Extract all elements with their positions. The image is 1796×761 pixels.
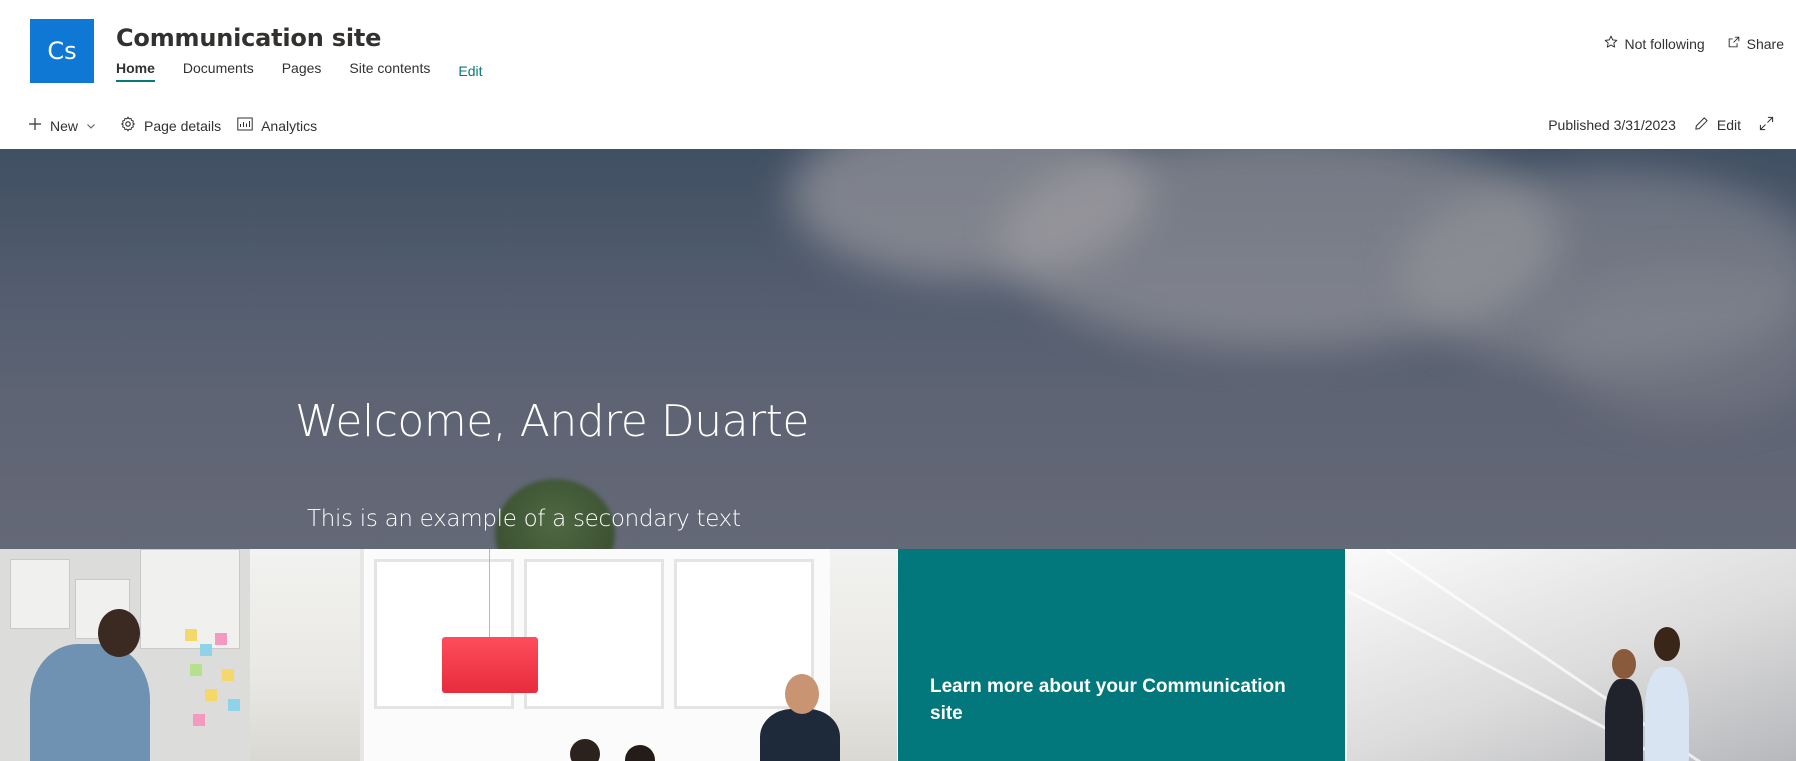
person-head (98, 609, 140, 657)
share-icon (1727, 35, 1747, 52)
red-pendant-lamp (442, 637, 538, 693)
sticky-note (228, 699, 240, 711)
nav-item-documents[interactable]: Documents (183, 60, 254, 82)
businesswoman (1605, 679, 1643, 761)
follow-button[interactable]: Not following (1604, 35, 1705, 52)
share-button[interactable]: Share (1727, 35, 1784, 52)
sticky-note (193, 714, 205, 726)
sticky-note (190, 664, 202, 676)
gear-icon (120, 116, 144, 135)
edit-page-label: Edit (1716, 117, 1741, 133)
learn-more-caption: Learn more about your Communication site (930, 676, 1286, 724)
analytics-button[interactable]: Analytics (237, 117, 317, 134)
hero-banner: Welcome, Andre Duarte This is an example… (0, 149, 1796, 549)
nav-item-home[interactable]: Home (116, 60, 155, 82)
office-window (360, 549, 830, 761)
chevron-down-icon (86, 118, 104, 134)
plus-icon (28, 117, 50, 134)
businessman (1645, 667, 1689, 761)
office-meeting-tile[interactable] (0, 549, 897, 761)
sticky-note (215, 633, 227, 645)
star-outline-icon (1604, 35, 1624, 52)
sticky-note (185, 629, 197, 641)
hero-tiles: Learn more about your Communication site (0, 549, 1796, 761)
site-header: Cs Communication site Home Documents Pag… (0, 0, 1796, 100)
published-status: Published 3/31/2023 (1548, 117, 1676, 133)
nav-edit-link[interactable]: Edit (458, 63, 482, 79)
lamp-cord (489, 549, 490, 637)
follow-label: Not following (1624, 35, 1705, 52)
person-head (570, 739, 600, 761)
page-details-label: Page details (144, 117, 222, 134)
new-button[interactable]: New (28, 117, 104, 134)
new-label: New (50, 117, 79, 134)
pencil-icon (1694, 116, 1717, 134)
hero-overlay (0, 149, 1796, 549)
window-pane (524, 559, 664, 709)
whiteboard-panel (10, 559, 70, 629)
person-back-view (30, 644, 150, 761)
share-label: Share (1746, 35, 1784, 52)
header-actions: Not following Share (1582, 35, 1784, 52)
learn-more-tile[interactable]: Learn more about your Communication site (898, 549, 1345, 761)
sticky-note (205, 689, 217, 701)
command-bar: New Page details Analytics Published 3/3… (0, 108, 1796, 146)
nav-item-pages[interactable]: Pages (282, 60, 322, 82)
person-head (1612, 649, 1636, 679)
site-logo-text: Cs (47, 37, 77, 65)
hero-subtitle: This is an example of a secondary text (307, 506, 741, 532)
person-head (785, 674, 819, 714)
analytics-label: Analytics (261, 117, 318, 134)
site-logo[interactable]: Cs (30, 19, 94, 83)
sticky-note (222, 669, 234, 681)
site-navigation: Home Documents Pages Site contents Edit (116, 60, 482, 86)
page-details-button[interactable]: Page details (120, 116, 221, 135)
sticky-note (200, 644, 212, 656)
nav-item-site-contents[interactable]: Site contents (349, 60, 430, 82)
hero-title: Welcome, Andre Duarte (295, 396, 809, 447)
site-title[interactable]: Communication site (116, 24, 381, 52)
analytics-icon (237, 117, 261, 134)
expand-button[interactable] (1759, 116, 1782, 134)
expand-icon (1759, 116, 1782, 134)
person-head (1654, 627, 1680, 661)
edit-page-button[interactable]: Edit (1694, 116, 1741, 134)
business-people-tile[interactable] (1347, 549, 1796, 761)
person-seated (760, 709, 840, 761)
